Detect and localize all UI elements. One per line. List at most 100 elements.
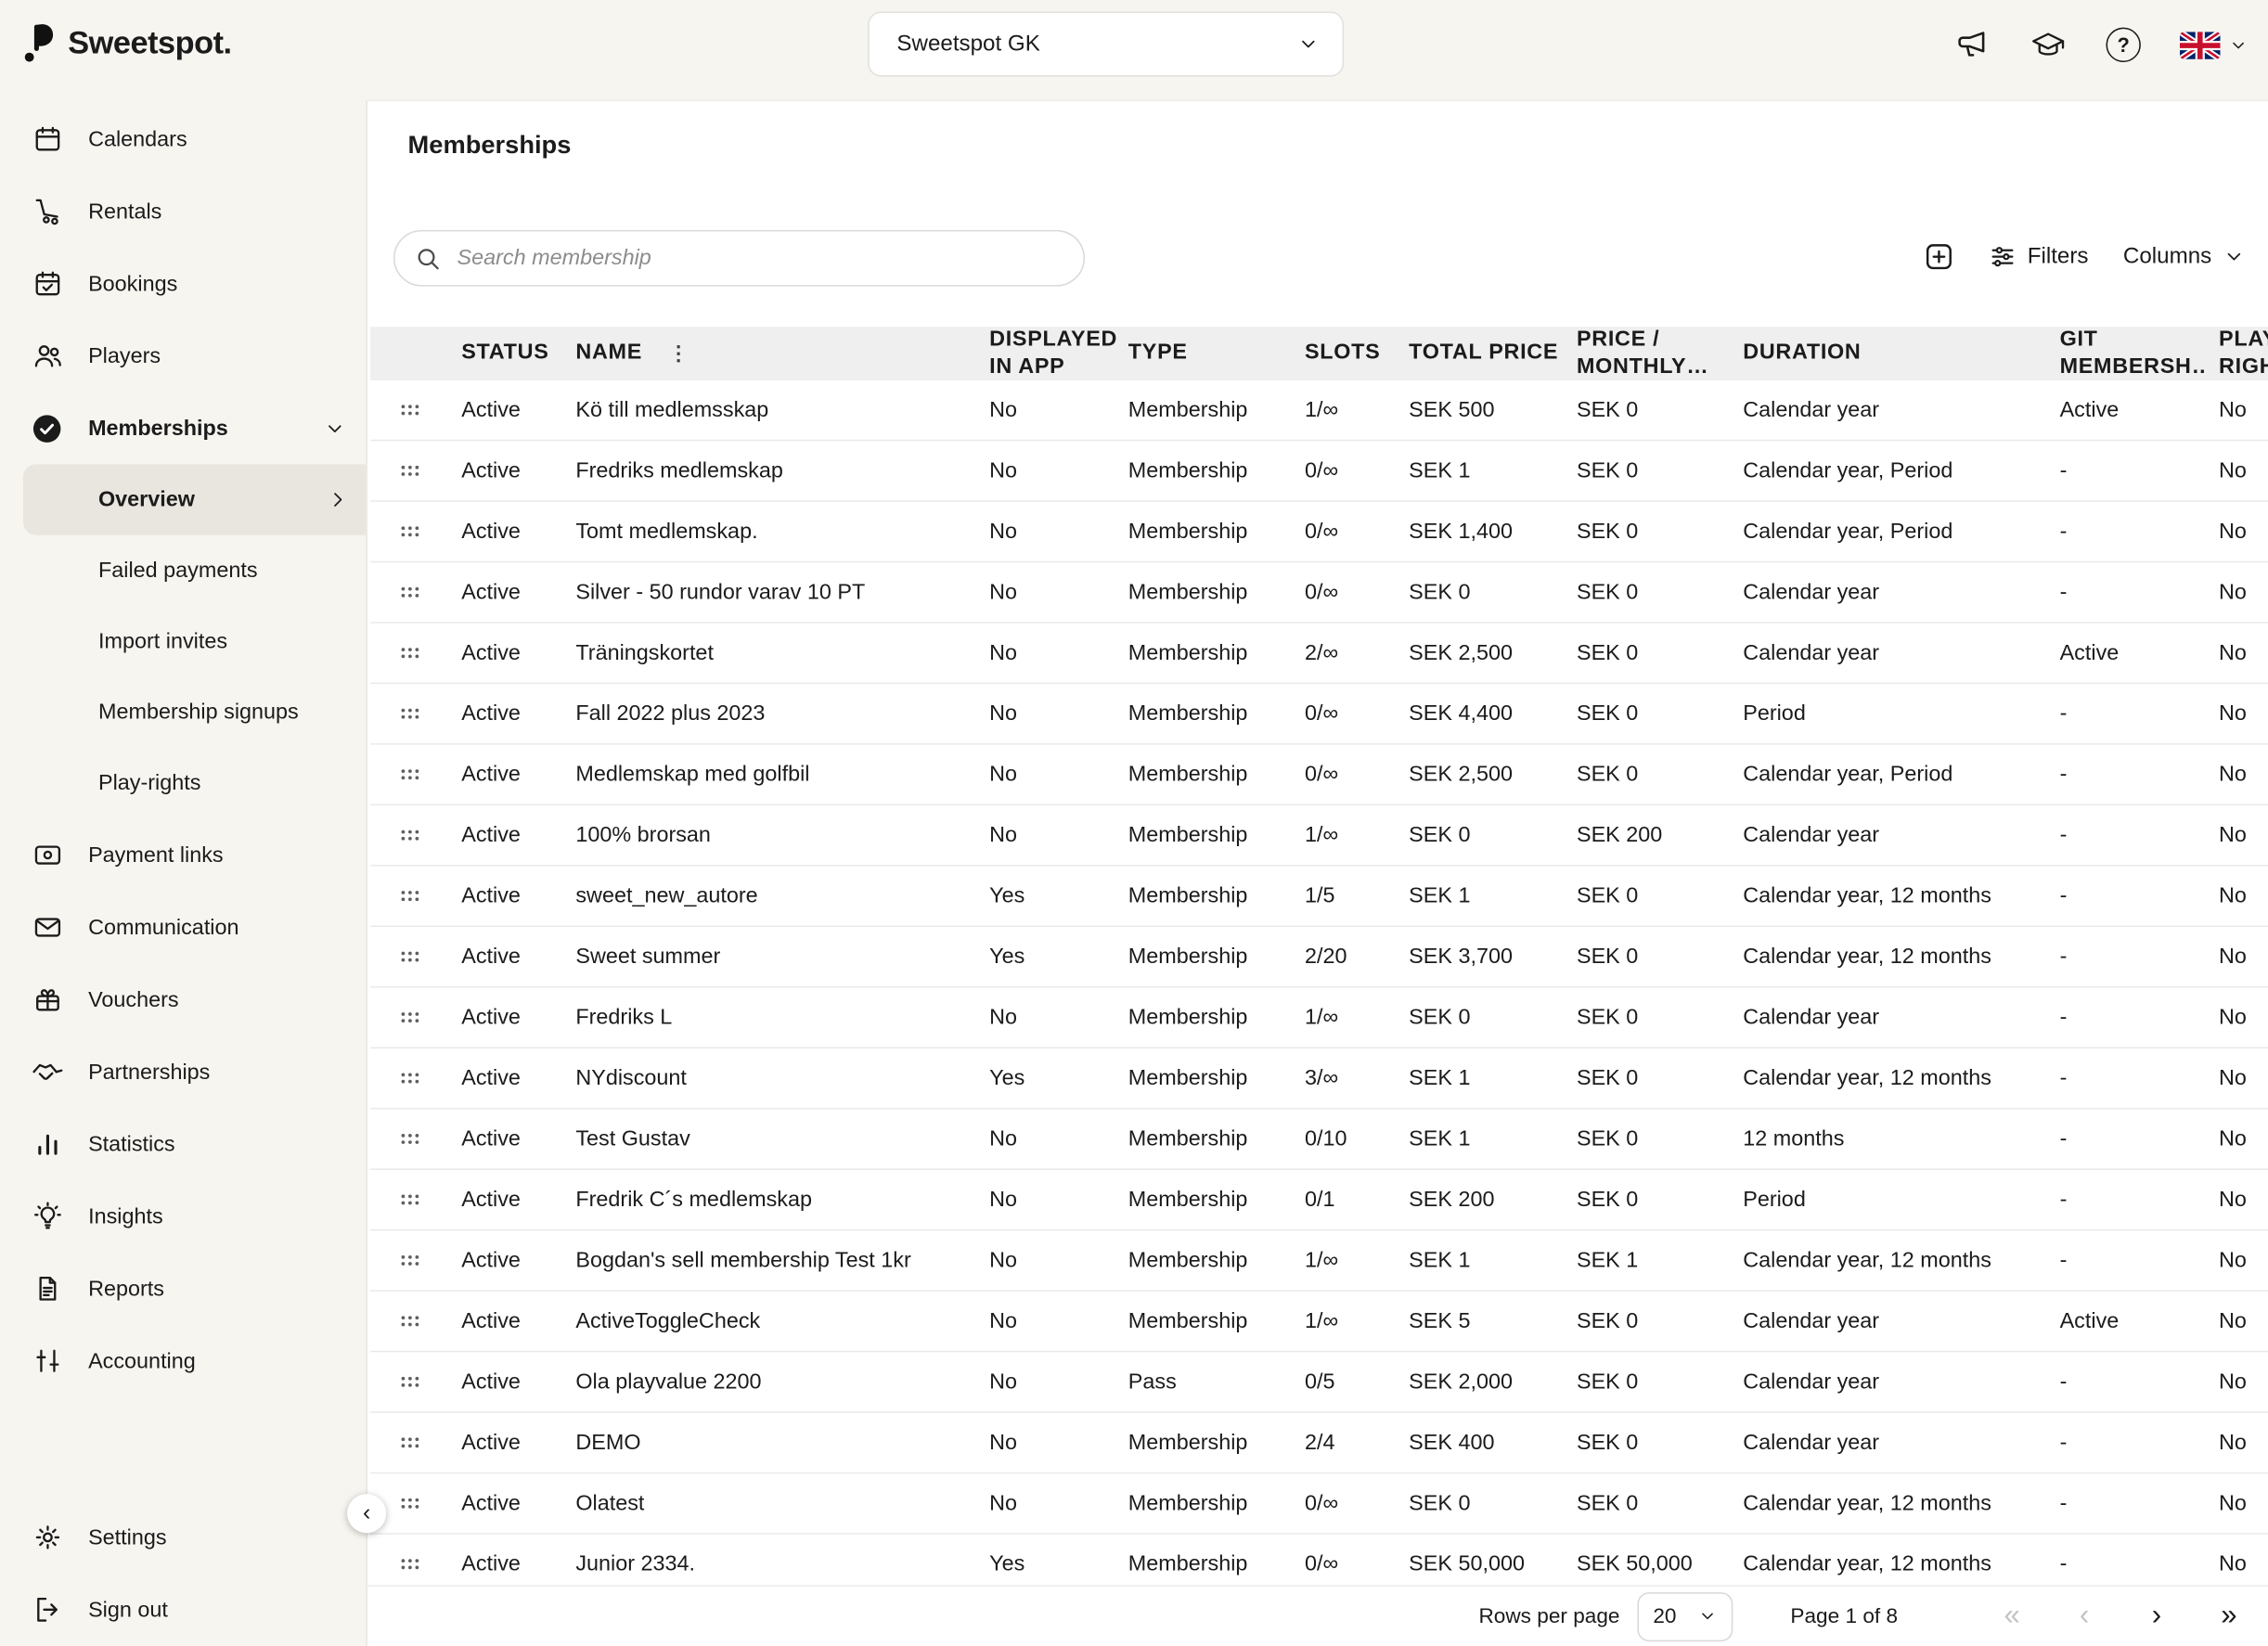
cell-displayed-in-app: No — [978, 1188, 1117, 1212]
column-header-displayed-in-app[interactable]: DISPLAYED IN APP — [978, 327, 1117, 380]
drag-handle-icon[interactable] — [370, 1251, 450, 1269]
table-row[interactable]: ActiveMedlemskap med golfbilNoMembership… — [370, 745, 2268, 805]
table-row[interactable]: ActiveOlatestNoMembership0/∞SEK 0SEK 0Ca… — [370, 1473, 2268, 1534]
submenu-item-import-invites[interactable]: Import invites — [0, 606, 366, 676]
column-header-price-monthly[interactable]: PRICE / MONTHLY… — [1566, 327, 1732, 380]
drag-handle-icon[interactable] — [370, 1555, 450, 1574]
submenu-item-play-rights[interactable]: Play-rights — [0, 748, 366, 818]
table-row[interactable]: ActiveTest GustavNoMembership0/10SEK 1SE… — [370, 1110, 2268, 1170]
column-header-type[interactable]: TYPE — [1116, 327, 1293, 380]
table-row[interactable]: Active100% brorsanNoMembership1/∞SEK 0SE… — [370, 805, 2268, 866]
sidebar-item-calendars[interactable]: Calendars — [0, 103, 366, 175]
sidebar-collapse-button[interactable]: ‹ — [347, 1494, 386, 1533]
sidebar-item-label: Sign out — [88, 1598, 168, 1622]
table-row[interactable]: ActiveNYdiscountYesMembership3/∞SEK 1SEK… — [370, 1048, 2268, 1109]
search-input[interactable] — [454, 244, 1063, 272]
sidebar-item-settings[interactable]: Settings — [0, 1501, 366, 1574]
submenu-item-failed-payments[interactable]: Failed payments — [0, 535, 366, 606]
cell-name: DEMO — [564, 1431, 978, 1455]
club-selector[interactable]: Sweetspot GK — [868, 11, 1344, 76]
sidebar-item-label: Statistics — [88, 1132, 175, 1156]
sidebar-item-vouchers[interactable]: Vouchers — [0, 963, 366, 1035]
chevron-left-icon: ‹ — [363, 1500, 370, 1526]
column-header-play-right[interactable]: PLAY- RIGHT — [2208, 327, 2268, 380]
sidebar-item-reports[interactable]: Reports — [0, 1253, 366, 1325]
drag-handle-icon[interactable] — [370, 826, 450, 844]
column-menu-icon[interactable]: ⋮ — [668, 341, 689, 366]
add-membership-button[interactable] — [1923, 241, 1953, 272]
drag-handle-icon[interactable] — [370, 947, 450, 966]
sidebar-item-accounting[interactable]: Accounting — [0, 1325, 366, 1397]
drag-handle-icon[interactable] — [370, 522, 450, 541]
academy-graduation-cap-icon[interactable] — [2030, 29, 2068, 60]
drag-handle-icon[interactable] — [370, 765, 450, 784]
sidebar-item-label: Payment links — [88, 842, 224, 867]
drag-handle-icon[interactable] — [370, 1312, 450, 1331]
drag-handle-icon[interactable] — [370, 1069, 450, 1087]
sidebar-item-insights[interactable]: Insights — [0, 1180, 366, 1253]
rows-per-page-select[interactable]: 20 — [1637, 1591, 1733, 1640]
drag-handle-icon[interactable] — [370, 401, 450, 419]
cell-git-membership: - — [2048, 1005, 2207, 1029]
cell-slots: 1/5 — [1293, 883, 1397, 907]
submenu-item-overview[interactable]: Overview — [23, 464, 366, 534]
table-row[interactable]: ActiveKö till medlemsskapNoMembership1/∞… — [370, 380, 2268, 441]
help-icon[interactable]: ? — [2106, 28, 2140, 62]
table-row[interactable]: ActiveTomt medlemskap.NoMembership0/∞SEK… — [370, 502, 2268, 562]
table-row[interactable]: ActiveActiveToggleCheckNoMembership1/∞SE… — [370, 1292, 2268, 1352]
filters-button[interactable]: Filters — [1989, 243, 2089, 271]
sidebar-item-label: Calendars — [88, 126, 187, 150]
previous-page-button[interactable]: ‹ — [2066, 1600, 2104, 1633]
table-row[interactable]: ActiveFredriks medlemskapNoMembership0/∞… — [370, 441, 2268, 501]
drag-handle-icon[interactable] — [370, 644, 450, 662]
column-header-duration[interactable]: DURATION — [1732, 327, 2048, 380]
cell-displayed-in-app: No — [978, 1126, 1117, 1151]
table-row[interactable]: ActiveFredrik C´s medlemskapNoMembership… — [370, 1170, 2268, 1230]
column-header-total-price[interactable]: TOTAL PRICE — [1398, 327, 1566, 380]
drag-handle-icon[interactable] — [370, 1190, 450, 1209]
sidebar-item-partnerships[interactable]: Partnerships — [0, 1035, 366, 1108]
sidebar-item-players[interactable]: Players — [0, 319, 366, 392]
table-row[interactable]: ActiveSweet summerYesMembership2/20SEK 3… — [370, 927, 2268, 987]
table-row[interactable]: ActiveBogdan's sell membership Test 1krN… — [370, 1230, 2268, 1291]
table-row[interactable]: Activesweet_new_autoreYesMembership1/5SE… — [370, 867, 2268, 927]
cell-name: NYdiscount — [564, 1066, 978, 1090]
drag-handle-icon[interactable] — [370, 1008, 450, 1026]
page-title: Memberships — [408, 130, 572, 161]
sidebar-item-memberships[interactable]: Memberships — [0, 392, 366, 464]
table-row[interactable]: ActiveDEMONoMembership2/4SEK 400SEK 0Cal… — [370, 1413, 2268, 1473]
column-header-slots[interactable]: SLOTS — [1293, 327, 1397, 380]
first-page-button[interactable]: « — [1993, 1600, 2031, 1633]
table-row[interactable]: ActiveTräningskortetNoMembership2/∞SEK 2… — [370, 624, 2268, 684]
drag-handle-icon[interactable] — [370, 1372, 450, 1391]
column-header-name[interactable]: NAME⋮ — [564, 327, 978, 380]
drag-handle-icon[interactable] — [370, 704, 450, 723]
language-selector[interactable] — [2180, 32, 2248, 59]
document-icon — [31, 1274, 64, 1303]
cell-slots: 3/∞ — [1293, 1066, 1397, 1090]
drag-handle-icon[interactable] — [370, 1129, 450, 1148]
drag-handle-icon[interactable] — [370, 1434, 450, 1452]
sidebar-item-bookings[interactable]: Bookings — [0, 248, 366, 320]
submenu-item-membership-signups[interactable]: Membership signups — [0, 676, 366, 747]
cell-name: Tomt medlemskap. — [564, 520, 978, 544]
drag-handle-icon[interactable] — [370, 461, 450, 480]
column-header-git-membership[interactable]: GIT MEMBERSH… — [2048, 327, 2207, 380]
next-page-button[interactable]: › — [2138, 1600, 2176, 1633]
table-row[interactable]: ActiveSilver - 50 rundor varav 10 PTNoMe… — [370, 562, 2268, 623]
columns-button[interactable]: Columns — [2123, 244, 2245, 270]
sidebar-item-statistics[interactable]: Statistics — [0, 1108, 366, 1180]
column-header-status[interactable]: STATUS — [450, 327, 564, 380]
drag-handle-icon[interactable] — [370, 583, 450, 601]
table-row[interactable]: ActiveFall 2022 plus 2023NoMembership0/∞… — [370, 684, 2268, 744]
sidebar-item-rentals[interactable]: Rentals — [0, 175, 366, 248]
sidebar-item-payment-links[interactable]: Payment links — [0, 818, 366, 891]
cell-git-membership: - — [2048, 520, 2207, 544]
last-page-button[interactable]: » — [2210, 1600, 2249, 1633]
announcements-megaphone-icon[interactable] — [1955, 28, 1990, 62]
table-row[interactable]: ActiveFredriks LNoMembership1/∞SEK 0SEK … — [370, 988, 2268, 1048]
sidebar-item-sign-out[interactable]: Sign out — [0, 1574, 366, 1646]
sidebar-item-communication[interactable]: Communication — [0, 891, 366, 963]
drag-handle-icon[interactable] — [370, 886, 450, 905]
table-row[interactable]: ActiveOla playvalue 2200NoPass0/5SEK 2,0… — [370, 1352, 2268, 1412]
